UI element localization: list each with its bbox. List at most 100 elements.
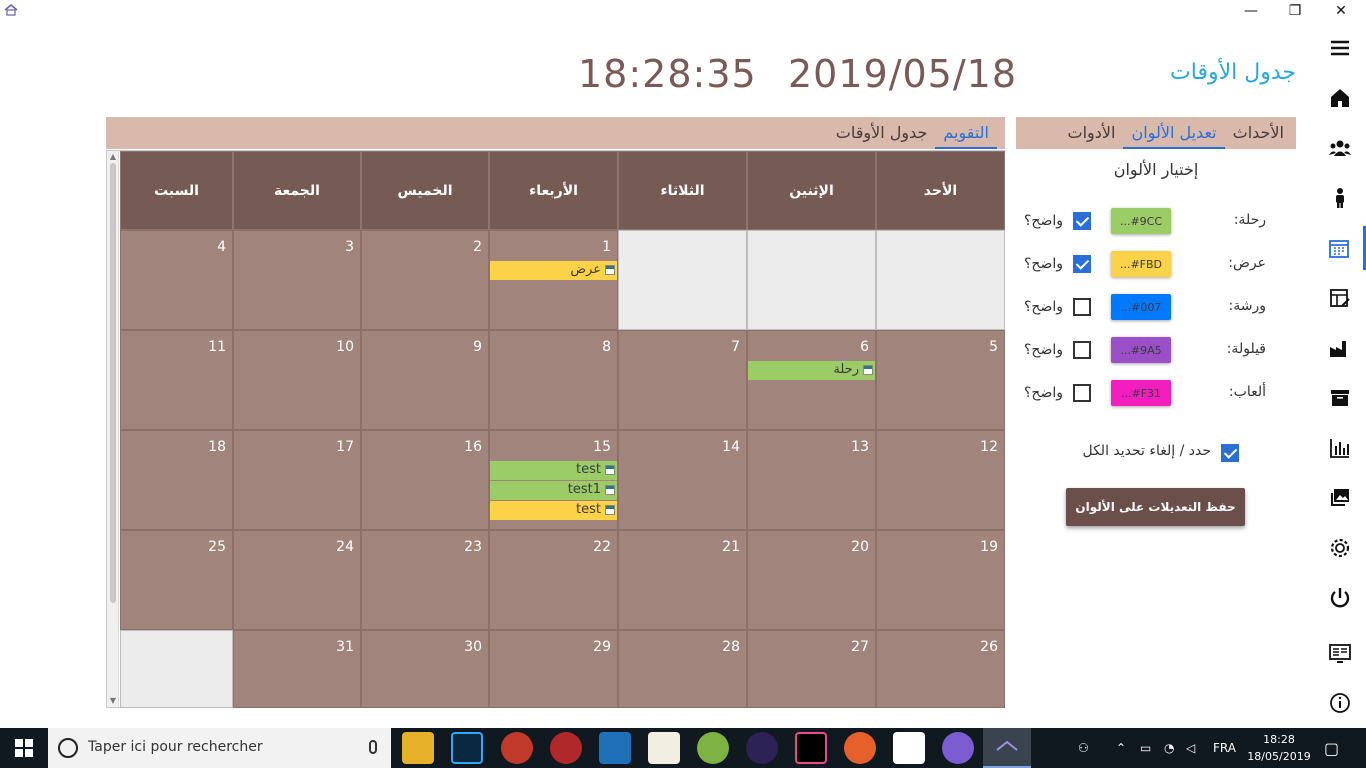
calendar-day-cell[interactable]: 1 عرض <box>489 230 618 330</box>
save-colors-button[interactable]: حفظ التعديلات على الألوان <box>1066 488 1245 526</box>
calendar-day-cell[interactable]: 19 <box>876 530 1005 630</box>
wifi-icon[interactable]: ◔ <box>1164 728 1174 768</box>
nav-item-edit-table[interactable] <box>1314 276 1366 320</box>
calendar-day-cell[interactable]: 24 <box>233 530 361 630</box>
calendar-day-cell[interactable]: 22 <box>489 530 618 630</box>
calendar-day-cell[interactable]: 10 <box>233 330 361 430</box>
calendar-day-cell[interactable]: 28 <box>618 630 747 708</box>
tab-events[interactable]: الأحداث <box>1225 117 1292 149</box>
calendar-day-cell[interactable]: 2 <box>361 230 489 330</box>
eclipse-icon[interactable] <box>746 732 778 764</box>
visible-checkbox[interactable] <box>1073 212 1091 230</box>
calendar-day-cell[interactable]: 31 <box>233 630 361 708</box>
nav-item-settings-gear[interactable] <box>1314 526 1366 570</box>
nav-item-factory[interactable] <box>1314 326 1366 370</box>
calendar-day-cell[interactable]: 8 <box>489 330 618 430</box>
volume-icon[interactable]: ◁ <box>1186 728 1195 768</box>
minimize-button[interactable]: — <box>1228 0 1274 22</box>
active-app-taskbar-icon[interactable] <box>983 728 1031 768</box>
calendar-event[interactable]: رحلة <box>748 361 875 380</box>
scroll-up-icon[interactable]: ▲ <box>108 152 118 162</box>
paint-app-icon[interactable] <box>942 732 974 764</box>
nav-item-person[interactable] <box>1314 176 1366 220</box>
calendar-day-cell[interactable]: 25 <box>120 530 233 630</box>
calendar-day-cell[interactable]: 16 <box>361 430 489 530</box>
visible-checkbox[interactable] <box>1073 298 1091 316</box>
calendar-day-cell[interactable] <box>876 230 1005 330</box>
notifications-icon[interactable]: ▢ <box>1324 728 1339 768</box>
calendar-day-cell[interactable]: 15 test test1 test <box>489 430 618 530</box>
tab-calendar[interactable]: التقويم <box>935 117 997 149</box>
owl-app-icon[interactable] <box>501 732 533 764</box>
color-picker-swatch[interactable]: ...#007 <box>1111 294 1171 320</box>
tray-chevron-icon[interactable]: ⌃ <box>1116 728 1126 768</box>
calendar-day-cell[interactable]: 29 <box>489 630 618 708</box>
calendar-day-cell[interactable] <box>747 230 876 330</box>
microphone-icon[interactable] <box>369 740 377 754</box>
taskbar-search-box[interactable]: Taper ici pour rechercher <box>48 728 391 768</box>
scroll-down-icon[interactable]: ▼ <box>108 696 118 706</box>
restore-button[interactable]: ❐ <box>1272 0 1318 22</box>
nav-item-hamburger-menu[interactable] <box>1314 26 1366 70</box>
calendar-day-cell[interactable]: 4 <box>120 230 233 330</box>
firefox-icon[interactable] <box>844 732 876 764</box>
calendar-event[interactable]: test <box>490 501 617 520</box>
language-indicator[interactable]: FRA <box>1213 728 1236 768</box>
popcorn-app-icon[interactable] <box>648 732 680 764</box>
color-picker-swatch[interactable]: ...#9CC <box>1111 208 1171 234</box>
visible-checkbox[interactable] <box>1073 255 1091 273</box>
tab-tools[interactable]: الأدوات <box>1060 117 1124 149</box>
calendar-event[interactable]: عرض <box>490 261 617 280</box>
calendar-day-cell[interactable]: 5 <box>876 330 1005 430</box>
people-icon[interactable]: ⚇ <box>1078 728 1089 768</box>
nav-item-info[interactable] <box>1314 681 1366 725</box>
nav-item-image-gallery[interactable] <box>1314 476 1366 520</box>
android-studio-icon[interactable] <box>697 732 729 764</box>
intellij-icon[interactable] <box>795 732 827 764</box>
nav-item-power[interactable] <box>1314 576 1366 620</box>
calendar-day-cell[interactable]: 11 <box>120 330 233 430</box>
vertical-scrollbar[interactable]: ▲ ▼ <box>107 151 119 707</box>
nav-item-home[interactable] <box>1314 76 1366 120</box>
calendar-day-cell[interactable]: 12 <box>876 430 1005 530</box>
record-app-icon[interactable] <box>550 732 582 764</box>
select-all-checkbox[interactable] <box>1221 444 1239 462</box>
calendar-day-cell[interactable]: 26 <box>876 630 1005 708</box>
calendar-day-cell[interactable]: 14 <box>618 430 747 530</box>
calendar-day-cell[interactable]: 23 <box>361 530 489 630</box>
calendar-day-cell[interactable]: 6 رحلة <box>747 330 876 430</box>
calendar-day-cell[interactable]: 21 <box>618 530 747 630</box>
scroll-thumb[interactable] <box>110 163 116 603</box>
calendar-day-cell[interactable]: 13 <box>747 430 876 530</box>
start-button[interactable] <box>0 728 48 768</box>
mail-icon[interactable] <box>893 732 925 764</box>
calendar-event[interactable]: test1 <box>490 481 617 500</box>
visible-checkbox[interactable] <box>1073 341 1091 359</box>
visible-checkbox[interactable] <box>1073 384 1091 402</box>
nav-item-archive[interactable] <box>1314 376 1366 420</box>
calendar-event[interactable]: test <box>490 461 617 480</box>
color-picker-swatch[interactable]: ...#9A5 <box>1111 337 1171 363</box>
color-picker-swatch[interactable]: ...#F31 <box>1111 380 1171 406</box>
color-picker-swatch[interactable]: ...#FBD <box>1111 251 1171 277</box>
calendar-day-cell[interactable]: 17 <box>233 430 361 530</box>
calendar-day-cell[interactable]: 30 <box>361 630 489 708</box>
nav-item-bar-chart[interactable] <box>1314 426 1366 470</box>
calendar-day-cell[interactable]: 20 <box>747 530 876 630</box>
nav-item-calendar[interactable] <box>1314 226 1366 270</box>
calendar-day-cell[interactable]: 9 <box>361 330 489 430</box>
remote-app-icon[interactable] <box>599 732 631 764</box>
tab-edit-colors[interactable]: تعديل الألوان <box>1123 117 1225 149</box>
photoshop-icon[interactable] <box>451 732 483 764</box>
calendar-day-cell[interactable]: 3 <box>233 230 361 330</box>
calendar-day-cell[interactable] <box>618 230 747 330</box>
nav-item-presentation[interactable] <box>1314 631 1366 675</box>
calendar-day-cell[interactable]: 7 <box>618 330 747 430</box>
nav-item-group[interactable] <box>1314 126 1366 170</box>
close-button[interactable]: ✕ <box>1318 0 1364 22</box>
power-tray-icon[interactable]: ▭ <box>1140 728 1151 768</box>
calendar-day-cell[interactable]: 18 <box>120 430 233 530</box>
tab-timetable[interactable]: جدول الأوقات <box>828 117 936 149</box>
file-explorer-icon[interactable] <box>402 732 434 764</box>
calendar-day-cell[interactable]: 27 <box>747 630 876 708</box>
